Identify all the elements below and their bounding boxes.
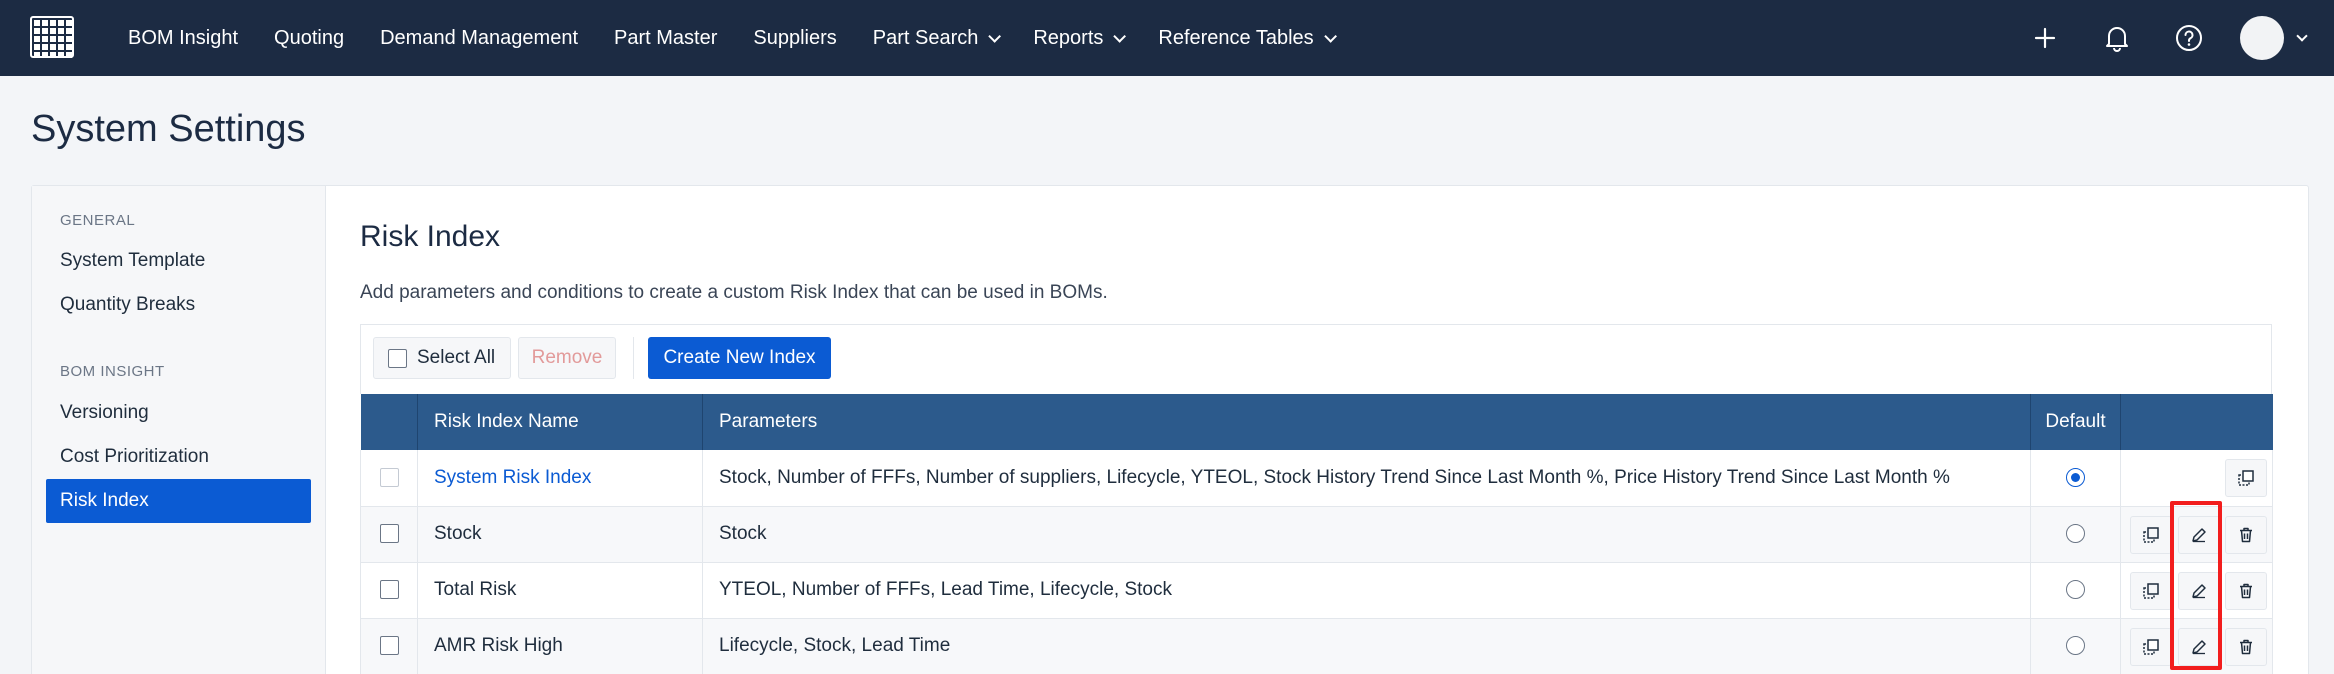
copy-button[interactable] [2225,459,2267,497]
nav-part-search[interactable]: Part Search [855,0,1016,76]
table-row: System Risk Index Stock, Number of FFFs,… [360,450,2273,507]
chevron-down-icon [1113,29,1127,43]
risk-index-table: Risk Index Name Parameters Default Syste… [360,394,2273,674]
main-nav: BOM Insight Quoting Demand Management Pa… [110,0,1351,76]
pencil-icon [2192,639,2206,654]
column-header-name[interactable]: Risk Index Name [417,394,703,450]
nav-suppliers[interactable]: Suppliers [735,0,854,76]
default-radio[interactable] [2066,468,2085,488]
row-checkbox[interactable] [379,580,399,600]
section-description: Add parameters and conditions to create … [360,282,1108,303]
nav-reference-tables[interactable]: Reference Tables [1140,0,1350,76]
column-header-default[interactable]: Default [2030,394,2121,450]
page-title: System Settings [31,108,306,150]
sidebar-item-versioning[interactable]: Versioning [46,391,311,435]
chevron-down-icon [988,29,1002,43]
delete-button[interactable] [2225,571,2267,610]
copy-icon [2143,526,2159,543]
nav-quoting[interactable]: Quoting [256,0,362,76]
table-row: Total Risk YTEOL, Number of FFFs, Lead T… [360,562,2273,619]
select-all-label: Select All [417,347,496,368]
trash-icon [2240,527,2252,542]
sidebar-heading-general: GENERAL [60,212,136,229]
risk-index-parameters: YTEOL, Number of FFFs, Lead Time, Lifecy… [702,562,2031,619]
row-checkbox [379,468,399,488]
pencil-icon [2192,583,2206,598]
table-header-row: Risk Index Name Parameters Default [360,394,2273,450]
create-new-index-button[interactable]: Create New Index [648,337,831,379]
remove-button[interactable]: Remove [518,337,616,379]
select-all-button[interactable]: Select All [373,337,511,379]
edit-button[interactable] [2178,627,2220,666]
risk-index-parameters: Stock [702,506,2031,563]
plus-icon[interactable] [2022,15,2068,61]
edit-button[interactable] [2178,571,2220,610]
settings-sidebar: GENERAL System Template Quantity Breaks … [32,186,326,674]
sidebar-item-cost-prioritization[interactable]: Cost Prioritization [46,435,311,479]
nav-part-master[interactable]: Part Master [596,0,735,76]
help-icon[interactable] [2166,15,2212,61]
copy-button[interactable] [2130,571,2172,610]
edit-button[interactable] [2178,515,2220,554]
default-radio[interactable] [2066,580,2085,600]
risk-index-name: AMR Risk High [417,618,703,674]
chevron-down-icon[interactable] [2296,30,2308,42]
trash-icon [2240,639,2252,654]
top-right-actions [1996,0,2308,76]
risk-index-parameters: Lifecycle, Stock, Lead Time [702,618,2031,674]
settings-panel: GENERAL System Template Quantity Breaks … [31,185,2309,674]
column-header-parameters[interactable]: Parameters [702,394,2031,450]
risk-index-name-link[interactable]: System Risk Index [417,450,703,507]
table-toolbar: Select All Remove Create New Index [360,324,2272,394]
risk-index-parameters: Stock, Number of FFFs, Number of supplie… [702,450,2031,507]
delete-button[interactable] [2225,627,2267,666]
table-row: Stock Stock [360,506,2273,563]
default-radio[interactable] [2066,524,2085,544]
chevron-down-icon [1323,29,1337,43]
nav-demand-management[interactable]: Demand Management [362,0,596,76]
app-grid-logo-icon[interactable] [30,16,74,58]
sidebar-heading-bom-insight: BOM INSIGHT [60,363,165,380]
sidebar-item-risk-index[interactable]: Risk Index [46,479,311,523]
row-checkbox[interactable] [379,636,399,656]
copy-icon [2143,638,2159,655]
copy-icon [2238,470,2254,486]
nav-bom-insight[interactable]: BOM Insight [110,0,256,76]
select-all-checkbox[interactable] [388,348,407,368]
sidebar-item-quantity-breaks[interactable]: Quantity Breaks [46,283,311,327]
table-row: AMR Risk High Lifecycle, Stock, Lead Tim… [360,618,2273,674]
sidebar-item-system-template[interactable]: System Template [46,239,311,283]
pencil-icon [2192,527,2206,542]
toolbar-divider [633,337,634,379]
copy-icon [2143,582,2159,599]
row-checkbox[interactable] [379,524,399,544]
copy-button[interactable] [2130,515,2172,554]
column-header-select [360,394,418,450]
section-title: Risk Index [360,220,501,253]
delete-button[interactable] [2225,515,2267,554]
copy-button[interactable] [2130,627,2172,666]
nav-reports[interactable]: Reports [1015,0,1140,76]
trash-icon [2240,583,2252,598]
top-navigation-bar: BOM Insight Quoting Demand Management Pa… [0,0,2334,76]
risk-index-name: Total Risk [417,562,703,619]
column-header-actions [2120,394,2273,450]
avatar[interactable] [2240,16,2284,60]
bell-icon[interactable] [2094,15,2140,61]
risk-index-name: Stock [417,506,703,563]
default-radio[interactable] [2066,636,2085,656]
